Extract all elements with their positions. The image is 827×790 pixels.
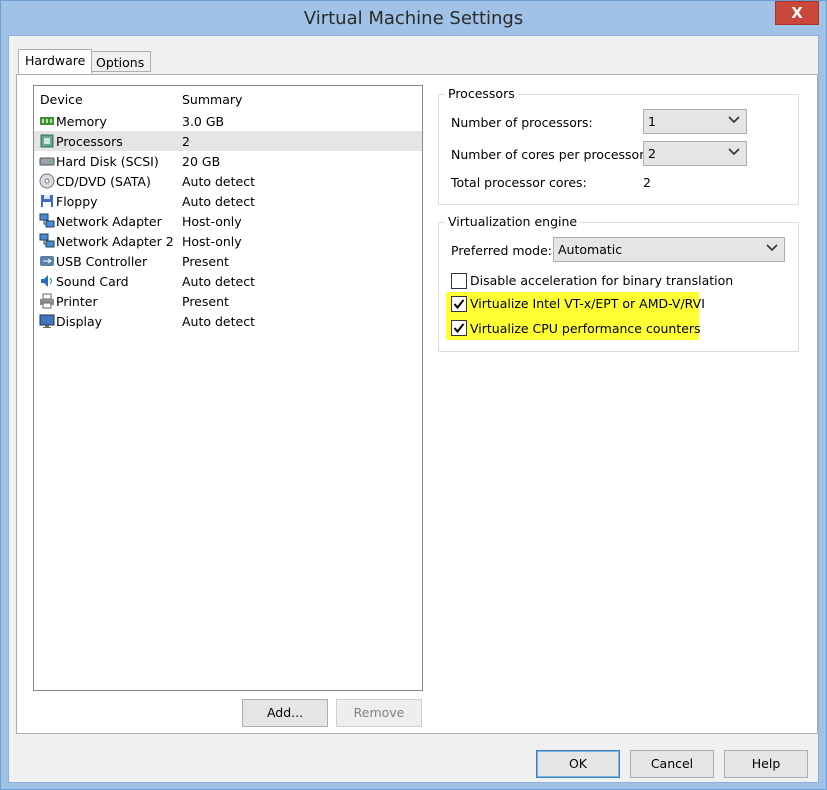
add-device-button[interactable]: Add... [242, 699, 328, 727]
device-row[interactable]: Network Adapter 2 Host-only [34, 231, 422, 251]
cores-per-processor-select[interactable]: 2 [643, 141, 747, 166]
memory-icon [40, 117, 54, 125]
virtualize-vtx-label[interactable]: Virtualize Intel VT-x/EPT or AMD-V/RVI [470, 296, 705, 311]
network-adapter-icon [39, 213, 55, 228]
display-icon [39, 314, 55, 328]
hardware-panel: Device Summary Memory 3.0 GB Processors 2 Ha… [16, 74, 818, 734]
device-row[interactable]: Sound Card Auto detect [34, 271, 422, 291]
device-name: Printer [56, 294, 98, 309]
chevron-down-icon [728, 116, 740, 124]
disable-acceleration-label[interactable]: Disable acceleration for binary translat… [470, 273, 733, 288]
printer-icon [40, 293, 54, 309]
checkmark-icon [453, 323, 465, 334]
device-list[interactable]: Device Summary Memory 3.0 GB Processors 2 Ha… [33, 85, 423, 691]
close-icon: X [791, 4, 803, 22]
title-bar[interactable]: Virtual Machine Settings X [1, 1, 826, 35]
total-cores-label: Total processor cores: [451, 175, 587, 190]
device-summary: Present [182, 294, 229, 309]
disable-acceleration-checkbox[interactable] [451, 273, 467, 289]
device-summary: Host-only [182, 214, 242, 229]
virtualize-perf-counters-label[interactable]: Virtualize CPU performance counters [470, 321, 701, 336]
virtualize-perf-counters-checkbox[interactable] [451, 320, 467, 336]
device-name: Processors [56, 134, 123, 149]
window-title: Virtual Machine Settings [303, 8, 524, 29]
checkmark-icon [453, 299, 465, 310]
cores-per-processor-label: Number of cores per processor: [451, 147, 649, 162]
device-row[interactable]: Display Auto detect [34, 311, 422, 331]
processors-group-title: Processors [445, 86, 518, 101]
network-adapter-icon [39, 233, 55, 248]
device-row[interactable]: Floppy Auto detect [34, 191, 422, 211]
cd-dvd-icon [39, 173, 55, 189]
device-name: Hard Disk (SCSI) [56, 154, 159, 169]
close-button[interactable]: X [775, 1, 819, 25]
chevron-down-icon [728, 148, 740, 156]
preferred-mode-value: Automatic [558, 242, 623, 257]
device-name: Memory [56, 114, 107, 129]
device-list-header: Device Summary [34, 86, 422, 110]
hard-disk-icon [39, 157, 55, 166]
floppy-icon [41, 195, 53, 207]
preferred-mode-label: Preferred mode: [451, 243, 553, 258]
num-processors-label: Number of processors: [451, 115, 593, 130]
column-summary[interactable]: Summary [182, 92, 242, 107]
settings-window: Virtual Machine Settings X Hardware Opti… [0, 0, 827, 790]
device-summary: Auto detect [182, 194, 255, 209]
preferred-mode-select[interactable]: Automatic [553, 237, 785, 262]
dialog-body: Hardware Options Device Summary Memory 3.… [8, 35, 819, 783]
device-row[interactable]: CD/DVD (SATA) Auto detect [34, 171, 422, 191]
device-summary: Host-only [182, 234, 242, 249]
num-processors-value: 1 [648, 114, 656, 129]
processors-group: Processors Number of processors: 1 Numbe… [438, 86, 799, 205]
tab-hardware[interactable]: Hardware [18, 49, 93, 74]
chevron-down-icon [766, 244, 778, 252]
device-summary: 20 GB [182, 154, 221, 169]
device-summary: Auto detect [182, 174, 255, 189]
virtualization-group-title: Virtualization engine [445, 214, 581, 229]
device-name: USB Controller [56, 254, 148, 269]
device-row[interactable]: USB Controller Present [34, 251, 422, 271]
total-cores-value: 2 [643, 175, 651, 190]
usb-icon [40, 256, 54, 266]
processor-icon [40, 134, 54, 148]
device-name: Floppy [56, 194, 98, 209]
device-row[interactable]: Memory 3.0 GB [34, 111, 422, 131]
sound-card-icon [41, 275, 52, 287]
device-name: Display [56, 314, 103, 329]
device-row[interactable]: Hard Disk (SCSI) 20 GB [34, 151, 422, 171]
device-name: Network Adapter 2 [56, 234, 174, 249]
device-summary: Auto detect [182, 314, 255, 329]
virtualization-group: Virtualization engine Preferred mode: Au… [438, 214, 799, 352]
device-name: Sound Card [56, 274, 129, 289]
help-button[interactable]: Help [724, 750, 808, 778]
device-row[interactable]: Printer Present [34, 291, 422, 311]
device-summary: Present [182, 254, 229, 269]
device-name: CD/DVD (SATA) [56, 174, 151, 189]
device-row[interactable]: Network Adapter Host-only [34, 211, 422, 231]
remove-device-button[interactable]: Remove [336, 699, 422, 727]
device-summary: Auto detect [182, 274, 255, 289]
column-device[interactable]: Device [40, 92, 83, 107]
tab-options[interactable]: Options [89, 51, 152, 72]
device-summary: 2 [182, 134, 190, 149]
num-processors-select[interactable]: 1 [643, 109, 747, 134]
ok-button[interactable]: OK [536, 750, 620, 778]
cancel-button[interactable]: Cancel [630, 750, 714, 778]
cores-per-processor-value: 2 [648, 146, 656, 161]
device-row[interactable]: Processors 2 [34, 131, 422, 151]
device-name: Network Adapter [56, 214, 162, 229]
virtualize-vtx-checkbox[interactable] [451, 296, 467, 312]
device-summary: 3.0 GB [182, 114, 225, 129]
